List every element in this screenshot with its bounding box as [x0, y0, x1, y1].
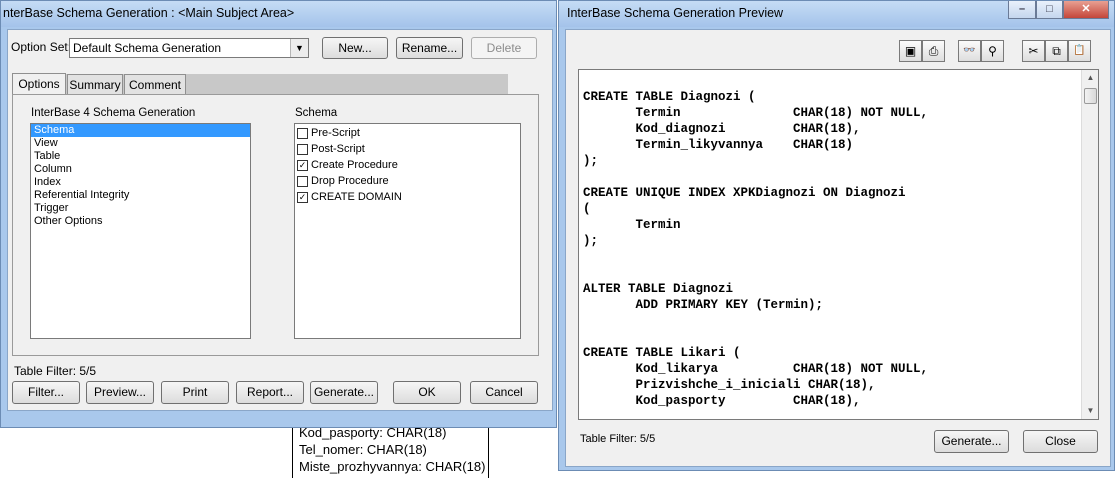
category-item-referential-integrity[interactable]: Referential Integrity [31, 189, 250, 202]
print-icon[interactable]: ⎙ [922, 40, 945, 62]
option-pre-script[interactable]: Pre-Script [295, 125, 520, 141]
preview-button[interactable]: Preview... [86, 381, 154, 404]
tab-strip: Options Summary Comment [12, 73, 508, 95]
close-icon[interactable]: ✕ [1063, 1, 1109, 19]
dialog-title[interactable]: nterBase Schema Generation : <Main Subje… [1, 1, 556, 27]
find-icon[interactable]: 👓 [958, 40, 981, 62]
option-label: Post-Script [311, 143, 365, 155]
cut-icon[interactable]: ✂ [1022, 40, 1045, 62]
scroll-thumb[interactable] [1084, 88, 1097, 104]
copy-icon[interactable]: ⧉ [1045, 40, 1068, 62]
tab-comment[interactable]: Comment [124, 74, 186, 94]
table-filter-status: Table Filter: 5/5 [14, 364, 97, 378]
option-set-value: Default Schema Generation [73, 41, 222, 55]
category-item-column[interactable]: Column [31, 163, 250, 176]
filter-button[interactable]: Filter... [12, 381, 80, 404]
category-item-index[interactable]: Index [31, 176, 250, 189]
category-listbox[interactable]: Schema View Table Column Index Referenti… [30, 123, 251, 339]
maximize-icon[interactable]: □ [1036, 1, 1063, 19]
dialog-client-area: Option Set: Default Schema Generation ▼ … [7, 29, 553, 411]
rename-option-set-button[interactable]: Rename... [396, 37, 463, 59]
cancel-button[interactable]: Cancel [470, 381, 538, 404]
minimize-icon[interactable]: – [1008, 1, 1036, 19]
option-set-label: Option Set: [11, 40, 72, 54]
table-filter-status: Table Filter: 5/5 [580, 433, 656, 445]
category-item-trigger[interactable]: Trigger [31, 202, 250, 215]
entity-attribute: Tel_nomer: CHAR(18) [299, 442, 427, 457]
tab-summary[interactable]: Summary [67, 74, 123, 94]
delete-option-set-button[interactable]: Delete [471, 37, 537, 59]
option-create-procedure[interactable]: ✓ Create Procedure [295, 157, 520, 173]
schema-preview-dialog: InterBase Schema Generation Preview – □ … [558, 0, 1115, 471]
new-option-set-button[interactable]: New... [322, 37, 388, 59]
ok-button[interactable]: OK [393, 381, 461, 404]
generate-button[interactable]: Generate... [310, 381, 378, 404]
find-next-icon[interactable]: ⚲ [981, 40, 1004, 62]
option-set-combo[interactable]: Default Schema Generation ▼ [69, 38, 309, 58]
chevron-down-icon[interactable]: ▼ [290, 39, 308, 57]
save-icon[interactable]: ▣ [899, 40, 922, 62]
generate-button[interactable]: Generate... [934, 430, 1009, 453]
category-item-table[interactable]: Table [31, 150, 250, 163]
option-label: Pre-Script [311, 127, 360, 139]
tab-options[interactable]: Options [12, 73, 66, 95]
option-label: Drop Procedure [311, 175, 389, 187]
option-label: Create Procedure [311, 159, 398, 171]
checkbox[interactable] [297, 176, 308, 187]
category-item-view[interactable]: View [31, 137, 250, 150]
checkbox[interactable] [297, 144, 308, 155]
report-button[interactable]: Report... [236, 381, 304, 404]
scroll-down-icon[interactable]: ▼ [1083, 403, 1098, 419]
checkbox[interactable] [297, 128, 308, 139]
option-post-script[interactable]: Post-Script [295, 141, 520, 157]
category-item-other-options[interactable]: Other Options [31, 215, 250, 228]
entity-attribute: Miste_prozhyvannya: CHAR(18) [299, 459, 486, 474]
scroll-up-icon[interactable]: ▲ [1083, 70, 1098, 86]
option-label: CREATE DOMAIN [311, 191, 402, 203]
checkbox-checked[interactable]: ✓ [297, 192, 308, 203]
schema-options-list[interactable]: Pre-Script Post-Script ✓ Create Procedure… [294, 123, 521, 339]
categories-heading: InterBase 4 Schema Generation [31, 107, 196, 119]
schema-generation-dialog: nterBase Schema Generation : <Main Subje… [0, 0, 557, 428]
options-panel: InterBase 4 Schema Generation Schema Vie… [12, 94, 539, 356]
vertical-scrollbar[interactable]: ▲ ▼ [1081, 70, 1098, 419]
dialog-client-area: ▣ ⎙ 👓 ⚲ ✂ ⧉ 📋 CREATE TABLE Diagnozi ( Te… [565, 29, 1111, 467]
close-button[interactable]: Close [1023, 430, 1098, 453]
option-drop-procedure[interactable]: Drop Procedure [295, 173, 520, 189]
schema-heading: Schema [295, 107, 338, 119]
paste-icon[interactable]: 📋 [1068, 40, 1091, 62]
sql-code: CREATE TABLE Diagnozi ( Termin CHAR(18) … [583, 90, 929, 408]
checkbox-checked[interactable]: ✓ [297, 160, 308, 171]
print-button[interactable]: Print [161, 381, 229, 404]
option-create-domain[interactable]: ✓ CREATE DOMAIN [295, 189, 520, 205]
sql-preview-text[interactable]: CREATE TABLE Diagnozi ( Termin CHAR(18) … [578, 69, 1099, 420]
category-item-schema[interactable]: Schema [31, 124, 250, 137]
